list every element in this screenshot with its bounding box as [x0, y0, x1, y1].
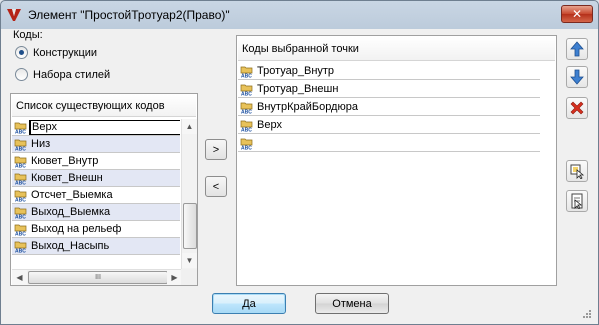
svg-text:ABC: ABC — [15, 181, 26, 186]
radio-label: Конструкции — [33, 46, 98, 59]
list-item-label: Верх — [29, 119, 180, 135]
list-item-label: Низ — [31, 138, 51, 150]
code-icon: ABC — [14, 171, 29, 187]
move-up-icon — [570, 41, 584, 57]
hscroll-thumb[interactable]: III — [28, 271, 168, 284]
list-item-label: ВнутрКрайБордюра — [257, 101, 358, 113]
svg-text:ABC: ABC — [15, 215, 26, 220]
codes-source-group: Коды: Конструкции Набора стилей — [11, 29, 192, 85]
pick-point-icon — [571, 193, 583, 209]
svg-text:ABC: ABC — [15, 130, 26, 135]
radio-label: Набора стилей — [33, 68, 111, 81]
svg-text:ABC: ABC — [15, 164, 26, 169]
list-item-label: Верх — [257, 119, 282, 131]
pick-point-button[interactable] — [566, 190, 588, 212]
code-icon: ABC — [240, 118, 255, 134]
code-icon: ABC — [14, 120, 29, 136]
remove-code-button[interactable]: < — [205, 176, 227, 197]
scroll-corner — [181, 269, 197, 285]
list-item-label: Выход_Выемка — [31, 206, 111, 218]
list-item[interactable]: ABC Тротуар_Внутр — [238, 63, 540, 80]
list-item[interactable]: ABC Низ — [12, 136, 180, 153]
list-item-label: Тротуар_Внутр — [257, 65, 335, 77]
scroll-right-icon[interactable]: ▶ — [167, 270, 182, 285]
svg-text:ABC: ABC — [241, 110, 252, 115]
radio-button[interactable] — [15, 68, 28, 81]
code-icon: ABC — [14, 154, 29, 170]
svg-text:ABC: ABC — [15, 147, 26, 152]
list-item[interactable]: ABC Выход_Насыпь — [12, 238, 180, 255]
code-icon: ABC — [14, 222, 29, 238]
list-item[interactable]: ABC Тротуар_Внешн — [238, 81, 540, 98]
scroll-thumb[interactable] — [183, 203, 197, 249]
window-title: Элемент "ПростойТротуар2(Право)" — [28, 8, 230, 22]
svg-text:ABC: ABC — [241, 74, 252, 79]
list-item[interactable]: ABC ВнутрКрайБордюра — [238, 99, 540, 116]
title-bar[interactable]: Элемент "ПростойТротуар2(Право)" ✕ — [1, 1, 598, 29]
scroll-down-icon[interactable]: ▼ — [182, 253, 197, 268]
code-icon: ABC — [240, 64, 255, 80]
list-item-label: Выход_Насыпь — [31, 240, 110, 252]
svg-text:ABC: ABC — [15, 198, 26, 203]
move-up-button[interactable] — [566, 38, 588, 60]
svg-text:ABC: ABC — [15, 232, 26, 237]
existing-codes-list[interactable]: Список существующих кодов ABC Верх ABC Низ A… — [10, 93, 198, 286]
code-icon: ABC — [240, 82, 255, 98]
list-item[interactable]: ABC Отсчет_Выемка — [12, 187, 180, 204]
svg-text:ABC: ABC — [241, 128, 252, 133]
existing-codes-header: Список существующих кодов — [12, 95, 196, 117]
radio-button[interactable] — [15, 46, 28, 59]
list-item[interactable]: ABC — [238, 135, 540, 152]
dialog-window: Элемент "ПростойТротуар2(Право)" ✕ Коды:… — [0, 0, 599, 325]
list-item[interactable]: ABC Кювет_Внутр — [12, 153, 180, 170]
svg-text:ABC: ABC — [241, 146, 252, 151]
add-code-button[interactable]: > — [205, 139, 227, 160]
list-item-label: Отсчет_Выемка — [31, 189, 113, 201]
scroll-left-icon[interactable]: ◀ — [12, 270, 27, 285]
list-item-label: Тротуар_Внешн — [257, 83, 339, 95]
selected-codes-header: Коды выбранной точки — [238, 37, 555, 61]
move-down-icon — [570, 69, 584, 85]
list-item[interactable]: ABC Кювет_Внешн — [12, 170, 180, 187]
delete-icon — [570, 101, 584, 115]
code-icon: ABC — [14, 239, 29, 255]
list-item[interactable]: ABC Выход_Выемка — [12, 204, 180, 221]
list-item[interactable]: ABC Верх — [12, 119, 180, 136]
svg-text:ABC: ABC — [241, 92, 252, 97]
close-button[interactable]: ✕ — [561, 5, 593, 23]
delete-button[interactable] — [566, 97, 588, 119]
ok-button[interactable]: Да — [212, 293, 286, 314]
list-item[interactable]: ABC Выход на рельеф — [12, 221, 180, 238]
code-icon: ABC — [240, 100, 255, 116]
horizontal-scrollbar[interactable]: ◀ III ▶ — [12, 269, 182, 285]
resize-grip-icon[interactable] — [582, 309, 592, 319]
list-item-label: Выход на рельеф — [31, 223, 122, 235]
selected-codes-list[interactable]: Коды выбранной точки ABC Тротуар_Внутр ABC… — [236, 35, 557, 286]
code-icon: ABC — [14, 188, 29, 204]
codes-group-label: Коды: — [13, 29, 43, 41]
radio-style-sets[interactable]: Набора стилей — [15, 68, 110, 81]
vertical-scrollbar[interactable]: ▲ ▼ — [181, 119, 197, 269]
scroll-up-icon[interactable]: ▲ — [182, 119, 197, 134]
radio-constructions[interactable]: Конструкции — [15, 46, 97, 59]
list-item[interactable]: ABC Верх — [238, 117, 540, 134]
app-logo-icon — [7, 9, 21, 21]
cancel-button[interactable]: Отмена — [315, 293, 389, 314]
list-item-label: Кювет_Внутр — [31, 155, 99, 167]
svg-text:ABC: ABC — [15, 249, 26, 254]
select-point-icon — [570, 164, 585, 179]
select-point-button[interactable] — [566, 160, 588, 182]
move-down-button[interactable] — [566, 66, 588, 88]
code-icon: ABC — [14, 205, 29, 221]
dialog-client: Коды: Конструкции Набора стилей Список с… — [5, 29, 594, 321]
code-icon: ABC — [14, 137, 29, 153]
list-item-label: Кювет_Внешн — [31, 172, 103, 184]
code-icon: ABC — [240, 136, 255, 152]
